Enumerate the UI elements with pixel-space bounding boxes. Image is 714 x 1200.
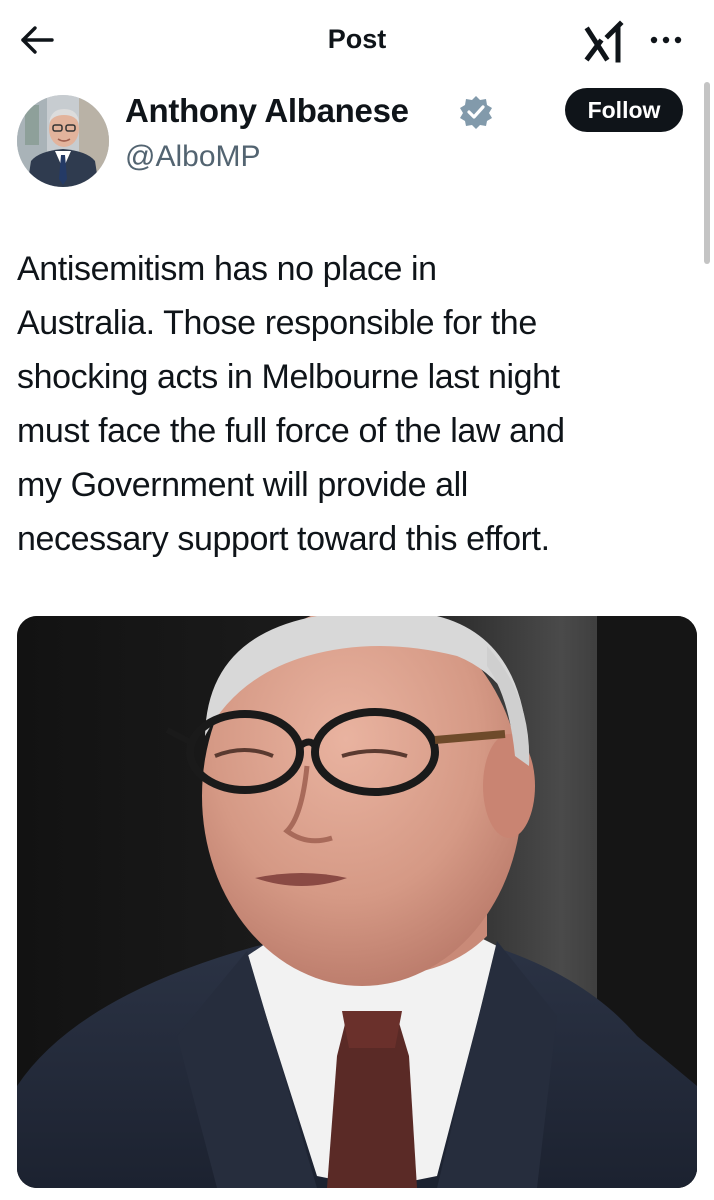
follow-button[interactable]: Follow <box>565 88 683 132</box>
media-photo <box>17 616 697 1188</box>
more-options-button[interactable] <box>646 24 686 56</box>
grok-icon <box>584 20 624 63</box>
post-media-image[interactable] <box>17 616 697 1188</box>
verified-badge-icon[interactable] <box>458 94 494 130</box>
grok-button[interactable] <box>584 20 628 64</box>
avatar[interactable] <box>17 95 109 187</box>
post-author: Anthony Albanese @AlboMP Follow <box>0 86 714 196</box>
post-text: Antisemitism has no place in Australia. … <box>17 250 565 558</box>
more-dots-icon <box>650 36 682 44</box>
author-handle[interactable]: @AlboMP <box>125 140 261 174</box>
top-bar: Post <box>0 0 714 82</box>
author-name[interactable]: Anthony Albanese <box>125 92 409 130</box>
